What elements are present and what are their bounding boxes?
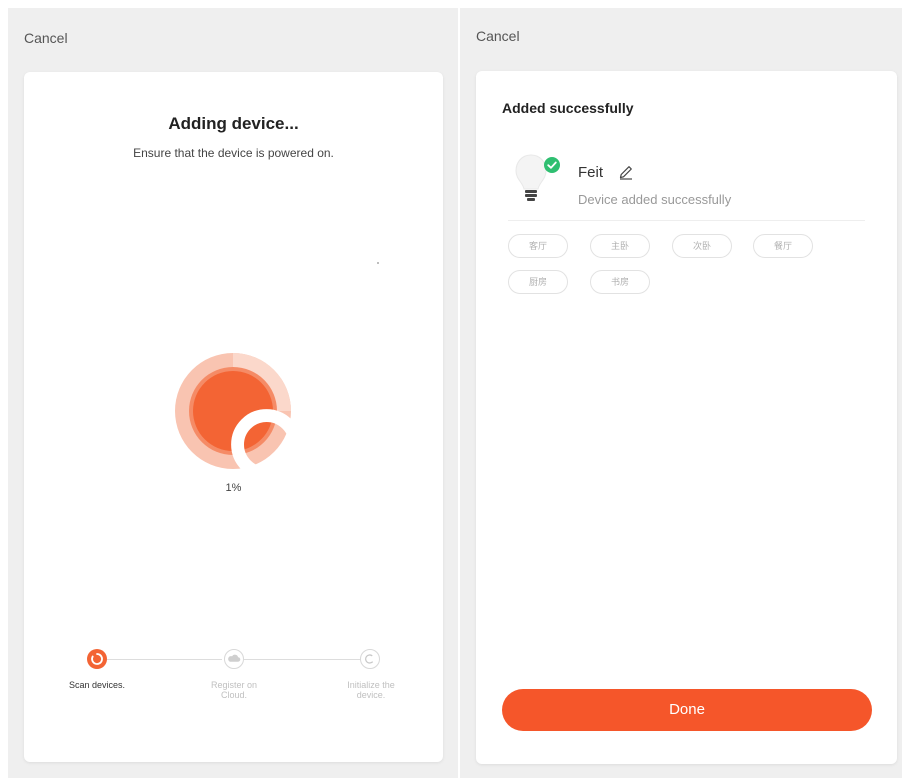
room-chip[interactable]: 书房 <box>590 270 650 294</box>
progress-steps: Scan devices. Register on Cloud. Initial… <box>24 642 443 722</box>
cloud-icon <box>228 654 241 662</box>
step-initialize-label: Initialize the device. <box>331 680 411 700</box>
adding-device-card: Adding device... Ensure that the device … <box>24 72 443 762</box>
page-title: Added successfully <box>502 100 634 116</box>
step-register-dot <box>224 649 244 669</box>
step-label-line: Cloud. <box>220 690 247 700</box>
step-label-line: Initialize the <box>347 680 395 690</box>
done-button[interactable]: Done <box>502 689 872 731</box>
progress-percent: 1% <box>225 482 242 494</box>
search-button[interactable] <box>193 371 316 494</box>
adding-device-screen: Cancel Adding device... Ensure that the … <box>8 8 458 778</box>
cancel-button[interactable]: Cancel <box>24 30 68 46</box>
room-chip[interactable]: 客厅 <box>508 234 568 258</box>
room-chip[interactable]: 主卧 <box>590 234 650 258</box>
step-label-line: Register on <box>210 680 258 690</box>
device-name: Feit <box>578 164 604 181</box>
check-icon <box>547 161 557 169</box>
added-device-card: Added successfully Feit Device added suc… <box>476 71 897 764</box>
room-chip[interactable]: 次卧 <box>672 234 732 258</box>
edit-icon[interactable] <box>618 164 634 180</box>
room-chip[interactable]: 厨房 <box>508 270 568 294</box>
step-scan-label: Scan devices. <box>57 680 137 690</box>
step-register-label: Register on Cloud. <box>194 680 274 700</box>
success-badge <box>544 157 560 173</box>
step-connector <box>106 659 222 660</box>
refresh-icon <box>365 654 374 664</box>
cancel-button[interactable]: Cancel <box>476 28 520 44</box>
divider <box>508 220 865 221</box>
added-successfully-screen: Cancel Added successfully Feit Device ad… <box>460 8 902 778</box>
step-label-line: device. <box>356 690 386 700</box>
step-initialize-dot <box>360 649 380 669</box>
step-scan-dot <box>87 649 107 669</box>
spinner-icon <box>91 653 103 665</box>
light-bulb-icon <box>515 154 547 201</box>
device-status: Device added successfully <box>578 192 732 207</box>
page-subtitle: Ensure that the device is powered on. <box>133 146 334 160</box>
step-label-line: Scan devices. <box>68 680 126 690</box>
scan-progress-ring <box>175 353 316 494</box>
page-title: Adding device... <box>168 114 299 133</box>
step-connector <box>244 659 366 660</box>
room-chip[interactable]: 餐厅 <box>753 234 813 258</box>
decorative-dot <box>377 262 379 264</box>
